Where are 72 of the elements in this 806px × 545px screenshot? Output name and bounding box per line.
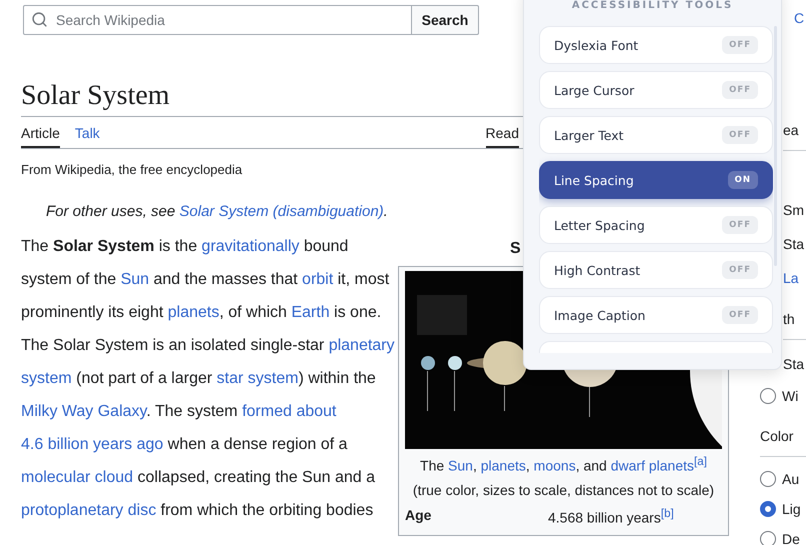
page-tab[interactable]: Read: [486, 117, 519, 148]
radio-button[interactable]: [760, 531, 776, 545]
tool-label: Larger Text: [554, 128, 624, 142]
status-badge: OFF: [722, 36, 758, 54]
footnote-link[interactable]: [a]: [694, 455, 707, 468]
tool-item[interactable]: Large Cursor OFF: [539, 71, 773, 109]
tool-item[interactable]: Line Spacing ON: [539, 161, 773, 199]
footnote-link[interactable]: [b]: [660, 506, 674, 520]
tool-label: Large Cursor: [554, 82, 634, 98]
tool-label: High Contrast: [554, 262, 640, 278]
image-caption: The Sun, planets, moons, and dwarf planets$^{[a]}$: [419, 454, 708, 476]
tool-label: Line Spacing: [554, 172, 634, 188]
radio-label[interactable]: Au: [782, 471, 800, 487]
tool-label: Letter Spacing: [554, 218, 645, 232]
tool-item[interactable]: Dyslexia Font OFF: [539, 26, 773, 64]
article-link[interactable]: molecular cloud: [21, 469, 134, 486]
infobox-title: S: [510, 239, 521, 259]
tool-item[interactable]: Larger Text OFF: [539, 116, 773, 154]
image-caption: (true color, sizes to scale, distances not to scale): [412, 480, 716, 500]
article-link[interactable]: star system: [216, 370, 298, 387]
status-badge: OFF: [722, 81, 758, 99]
page-tab[interactable]: Article: [21, 117, 60, 148]
radio-label[interactable]: De: [782, 531, 800, 545]
article-link[interactable]: orbit: [302, 271, 334, 288]
article-link[interactable]: planetary: [328, 337, 395, 354]
article-link[interactable]: Earth: [291, 304, 330, 321]
status-badge: OFF: [722, 261, 758, 279]
radio-button[interactable]: [760, 388, 776, 404]
tool-label: Image Caption: [554, 308, 646, 322]
article-link[interactable]: Milky Way Galaxy: [21, 403, 146, 420]
search-button[interactable]: Search: [412, 5, 479, 35]
radio-label[interactable]: Wi: [782, 388, 798, 404]
radio-button[interactable]: [760, 471, 776, 487]
sidebar-heading: th: [783, 309, 806, 340]
article-link[interactable]: Sun: [120, 271, 150, 288]
status-badge: ON: [728, 171, 758, 189]
tagline: From Wikipedia, the free encyclopedia: [21, 162, 244, 177]
status-badge: OFF: [722, 216, 758, 234]
sidebar-link[interactable]: La: [783, 268, 806, 288]
sidebar-option[interactable]: Sta: [783, 354, 806, 374]
status-badge: OFF: [722, 306, 758, 324]
sidebar-link[interactable]: C: [794, 8, 806, 28]
caption-link[interactable]: planets: [480, 458, 526, 474]
hatnote-link[interactable]: Solar System (disambiguation): [179, 203, 384, 220]
status-badge: OFF: [722, 126, 758, 144]
article-link[interactable]: formed about: [242, 403, 336, 420]
page-title: Solar System: [21, 79, 170, 113]
radio-label[interactable]: Lig: [782, 501, 801, 517]
search-icon: [31, 11, 48, 28]
tool-label: Dyslexia Font: [554, 38, 638, 52]
tool-item[interactable]: Image Caption OFF: [539, 296, 773, 334]
article-link[interactable]: planets: [168, 304, 220, 321]
tool-item[interactable]: High Contrast OFF: [539, 251, 773, 289]
caption-link[interactable]: dwarf planets: [610, 458, 694, 474]
caption-link[interactable]: Sun: [448, 458, 473, 474]
article-link[interactable]: 4.6 billion years ago: [21, 436, 164, 453]
tool-item[interactable]: Letter Spacing OFF: [539, 206, 773, 244]
infobox-label: Age: [405, 506, 432, 525]
article-link[interactable]: protoplanetary disc: [21, 502, 156, 519]
sidebar-heading: ea: [783, 120, 806, 151]
sidebar-option[interactable]: Sm: [783, 200, 806, 220]
search-field[interactable]: Search Wikipedia: [23, 5, 412, 35]
article-paragraph: The Solar System is the gravitationally bound system of the Sun and the masses that orbit it, most prominently its eight planets, of which Earth is one. The Solar System is an isolated single-star planetary system (not part of a larger star system) within the Milky Way Galaxy. The system formed about 4.6 billion years ago when a dense region of a molecular cloud collapsed, creating the Sun and a protoplanetary disc from which the orbiting bodies: [21, 237, 395, 521]
page-tab[interactable]: Talk: [74, 117, 100, 148]
panel-title: ACCESSIBILITY TOOLS: [570, 0, 734, 13]
article-link[interactable]: gravitationally: [202, 238, 300, 255]
radio-button[interactable]: [760, 501, 776, 517]
infobox-value: 4.568 billion years$^{[b]}$: [548, 506, 674, 526]
sidebar-heading: Color: [760, 426, 806, 457]
sidebar-option[interactable]: Sta: [783, 234, 806, 254]
article-link[interactable]: system: [21, 370, 72, 387]
caption-link[interactable]: moons: [534, 458, 576, 474]
